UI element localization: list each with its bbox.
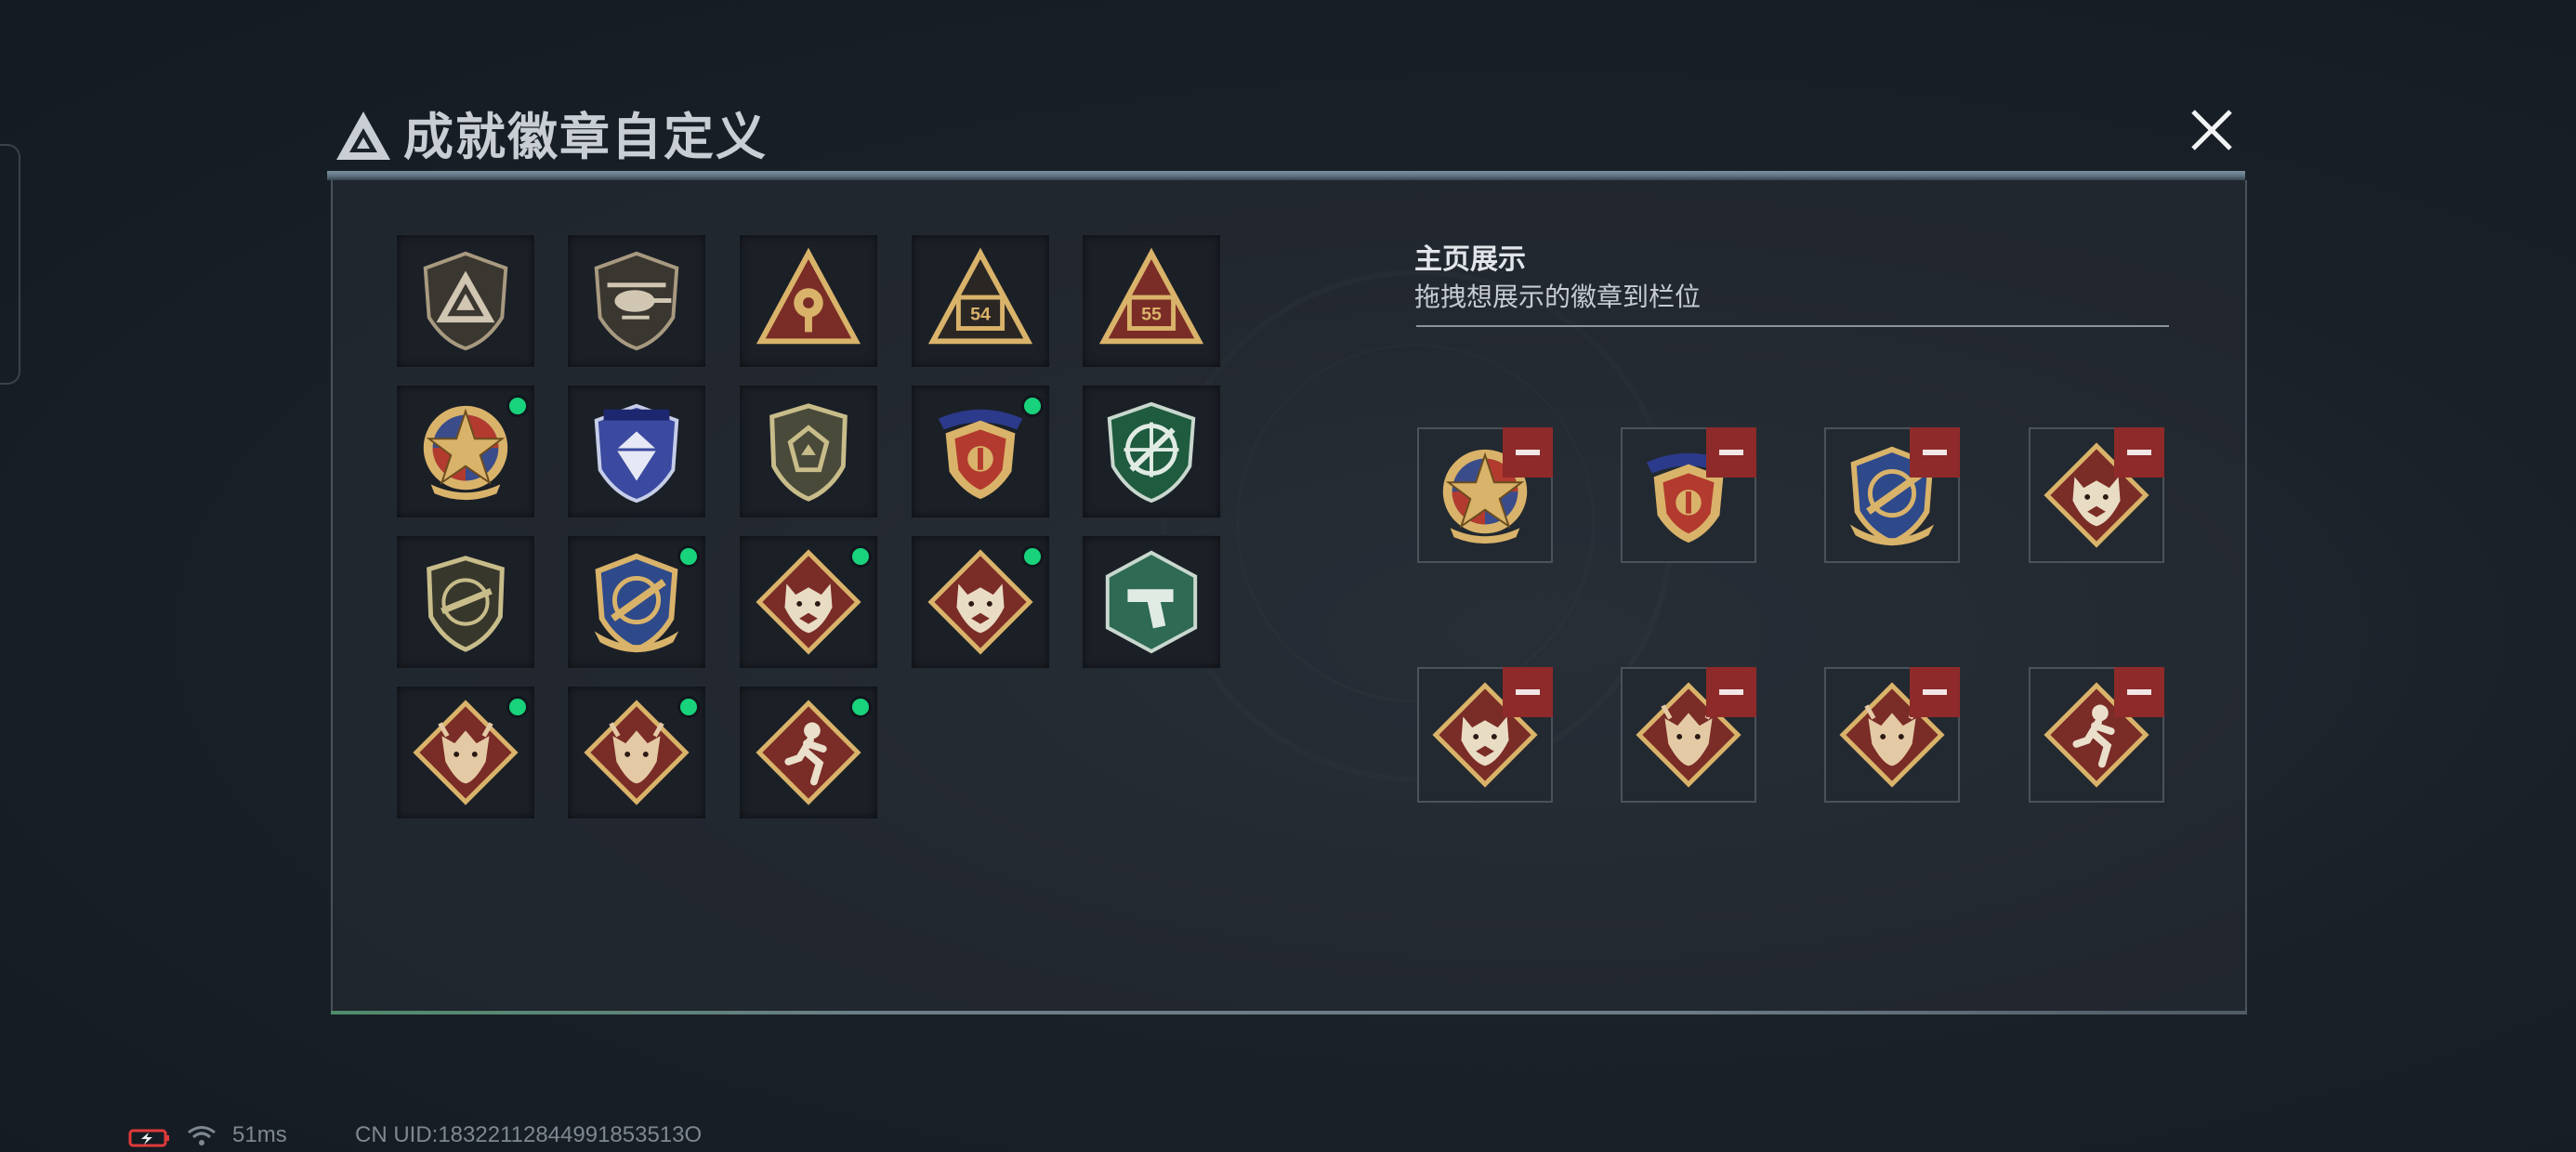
rifle-shield-badge-icon — [427, 556, 505, 652]
showcase-slot[interactable] — [1824, 427, 1960, 563]
equipped-indicator — [506, 696, 529, 718]
blue-gold-rifle-crest-badge-icon — [594, 553, 679, 653]
badge-cell[interactable] — [739, 234, 878, 368]
badge-cell[interactable] — [911, 385, 1050, 518]
badge-cell[interactable] — [1082, 385, 1221, 518]
showcase-slot[interactable] — [1621, 427, 1756, 563]
remove-badge-button[interactable] — [1503, 427, 1553, 478]
badge-cell[interactable] — [567, 385, 706, 518]
wifi-icon — [188, 1126, 216, 1145]
equipped-indicator — [849, 696, 872, 718]
badge-cell[interactable] — [739, 686, 878, 819]
close-button[interactable] — [2186, 104, 2238, 156]
equipped-indicator — [1021, 545, 1044, 568]
radar-triangle-badge-icon — [756, 247, 861, 345]
remove-badge-button[interactable] — [1910, 427, 1960, 478]
emblem-shield-badge-icon — [769, 403, 848, 502]
wolf-diamond-badge-icon — [927, 549, 1033, 655]
badge-cell[interactable] — [567, 234, 706, 368]
badge-cell[interactable] — [739, 535, 878, 669]
helicopter-shield-badge-icon — [594, 251, 679, 351]
remove-badge-button[interactable] — [1706, 667, 1756, 717]
showcase-slot[interactable] — [1417, 427, 1553, 563]
remove-badge-button[interactable] — [2114, 427, 2164, 478]
pistol-green-hex-badge-icon — [1105, 550, 1198, 654]
battery-charging-icon — [128, 1129, 169, 1147]
side-tab[interactable] — [0, 144, 20, 385]
ping-readout: 51ms — [232, 1122, 287, 1147]
badge-cell[interactable]: 55 — [1082, 234, 1221, 368]
remove-badge-button[interactable] — [1503, 667, 1553, 717]
triangle-logo-shield-badge-icon — [423, 251, 508, 351]
svg-text:55: 55 — [1141, 305, 1162, 325]
equipped-indicator — [506, 395, 529, 417]
remove-badge-button[interactable] — [1910, 667, 1960, 717]
badge-cell[interactable]: 54 — [911, 234, 1050, 368]
tower-54-triangle-badge-icon: 54 — [927, 247, 1033, 345]
equipped-indicator — [849, 545, 872, 568]
diamond-shield-badge-icon — [594, 403, 679, 504]
showcase-slot[interactable] — [1621, 667, 1756, 803]
dragon-diamond-badge-icon — [413, 700, 519, 805]
showcase-slot[interactable] — [1824, 667, 1960, 803]
runner-diamond-badge-icon — [756, 700, 861, 805]
title-bar: 成就徽章自定义 — [327, 93, 2245, 180]
showcase-slot[interactable] — [2029, 427, 2164, 563]
showcase-slot[interactable] — [1417, 667, 1553, 803]
badge-cell[interactable] — [396, 385, 535, 518]
showcase-slot[interactable] — [2029, 667, 2164, 803]
badge-cell[interactable] — [567, 686, 706, 819]
uid-readout: CN UID:18322112844991853513O — [355, 1122, 703, 1147]
window-title: 成就徽章自定义 — [403, 110, 768, 165]
svg-text:54: 54 — [970, 305, 991, 325]
badge-cell[interactable] — [739, 385, 878, 518]
panel-bottom-edge — [331, 1011, 2247, 1015]
badge-cell[interactable] — [396, 535, 535, 669]
dragon-diamond-badge-icon — [584, 700, 690, 805]
badge-cell[interactable] — [911, 535, 1050, 669]
star-medal-badge-icon — [423, 405, 508, 501]
showcase-subtitle: 拖拽想展示的徽章到栏位 — [1414, 282, 1702, 311]
badge-cell[interactable] — [567, 535, 706, 669]
triangle-logo-icon — [336, 111, 390, 160]
badge-cell[interactable] — [396, 234, 535, 368]
close-icon — [2191, 110, 2232, 151]
showcase-title: 主页展示 — [1414, 244, 1526, 275]
remove-badge-button[interactable] — [2114, 667, 2164, 717]
showcase-divider — [1416, 325, 2169, 327]
equipped-indicator — [677, 696, 700, 718]
badge-cell[interactable] — [1082, 535, 1221, 669]
crosshair-green-badge-icon — [1107, 401, 1196, 504]
badge-cell[interactable] — [396, 686, 535, 819]
equipped-indicator — [1021, 395, 1044, 417]
tower-55-triangle-badge-icon: 55 — [1098, 247, 1204, 345]
equipped-indicator — [677, 545, 700, 568]
wolf-diamond-badge-icon — [756, 549, 861, 655]
remove-badge-button[interactable] — [1706, 427, 1756, 478]
title-divider — [327, 171, 2245, 180]
stars-ribbon-shield-badge-icon — [938, 409, 1023, 500]
